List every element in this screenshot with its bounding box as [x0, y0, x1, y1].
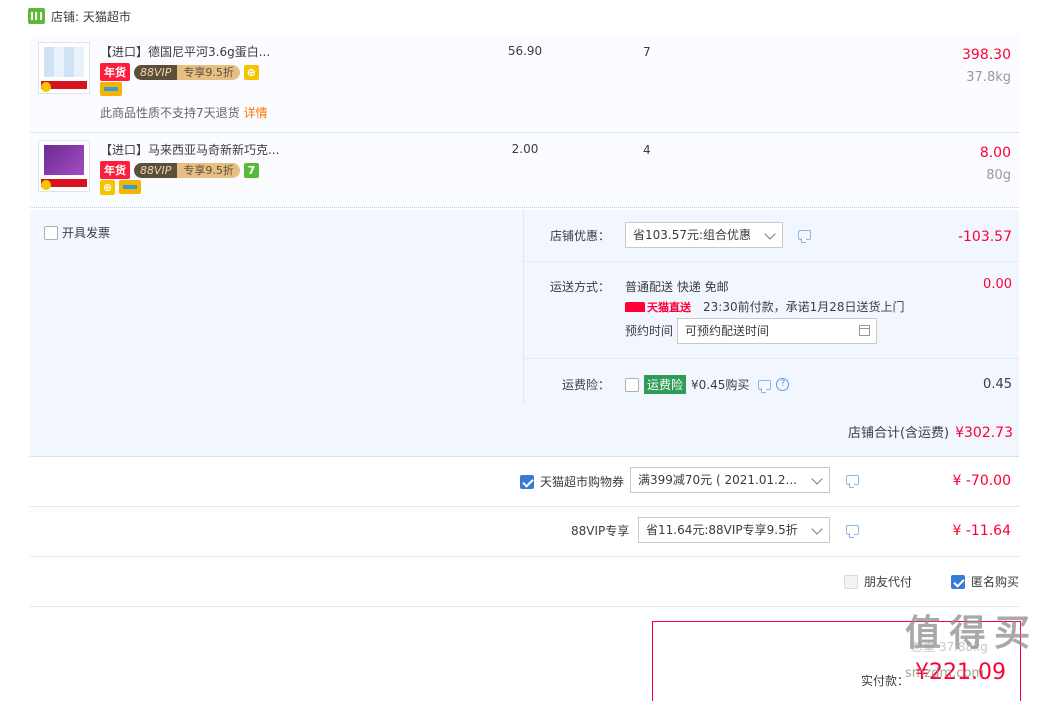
help-icon[interactable]: ? [776, 378, 790, 391]
calendar-icon [859, 325, 870, 336]
insurance-option[interactable]: 运费险 ¥0.45购买 ? [625, 375, 790, 394]
coupon-amount: ¥ -70.00 [952, 473, 1012, 489]
payment-options-row: 朋友代付 匿名购买 [30, 557, 1019, 607]
cart-item-row: 【进口】马来西亚马奇新新巧克... 年货 88VIP 专享9.5折 7 ⊕ 2.0… [30, 133, 1019, 208]
order-options-panel: 店铺优惠： 省103.57元:组合优惠 -103.57 运送方式： 普通配送 快… [523, 210, 1020, 405]
item-weight: 37.8kg [966, 70, 1011, 85]
seven-day-badge: 7 [243, 162, 259, 178]
insurance-price: ¥0.45购买 [691, 378, 750, 392]
shop-discount-amount: -103.57 [957, 229, 1012, 245]
unit-price: 56.90 [507, 44, 543, 58]
insurance-label: 运费险： [561, 378, 610, 392]
return-policy-note: 此商品性质不支持7天退货 详情 [100, 106, 268, 120]
chat-icon[interactable] [846, 525, 859, 538]
invoice-option[interactable]: 开具发票 [44, 224, 110, 241]
shop-total: 店铺合计(含运费) ¥302.73 [847, 425, 1013, 441]
appointment-time-input[interactable]: 可预约配送时间 [677, 318, 877, 344]
nianhuo-badge: 年货 [100, 161, 130, 179]
insurance-amount: 0.45 [983, 377, 1012, 392]
quantity: 7 [643, 45, 651, 59]
chat-icon[interactable] [758, 379, 772, 393]
tmall-direct-logo: 天猫直送 [625, 299, 691, 315]
product-title[interactable]: 【进口】马来西亚马奇新新巧克... [100, 141, 279, 158]
product-tags: 年货 88VIP 专享9.5折 7 [100, 161, 259, 179]
shop-header: 店铺: 天猫超市 [28, 6, 131, 26]
friend-pay-label: 朋友代付 [864, 575, 913, 589]
chevron-down-icon [764, 228, 776, 240]
item-weight: 80g [986, 168, 1011, 183]
coupon-row: 天猫超市购物券 满399减70元 ( 2021.01.2... ¥ -70.00 [30, 457, 1019, 507]
unit-price: 2.00 [511, 142, 539, 156]
vip-discount-row: 88VIP专享 省11.64元:88VIP专享9.5折 ¥ -11.64 [30, 507, 1019, 557]
item-subtotal: 398.30 [962, 47, 1011, 63]
item-subtotal: 8.00 [979, 145, 1011, 161]
tmall-shop-icon [28, 8, 45, 24]
chevron-down-icon [811, 523, 823, 535]
friend-pay-checkbox[interactable] [844, 574, 858, 589]
friend-pay-option[interactable]: 朋友代付 [844, 573, 912, 590]
watermark-url: smzdm.com [905, 666, 985, 681]
service-icon: ⊕ [100, 180, 115, 195]
invoice-checkbox[interactable] [44, 225, 58, 240]
shop-name[interactable]: 店铺: 天猫超市 [51, 8, 131, 25]
chat-icon[interactable] [846, 475, 859, 488]
policy-detail-link[interactable]: 详情 [244, 106, 268, 120]
chevron-down-icon [811, 473, 823, 485]
invoice-label: 开具发票 [62, 226, 111, 240]
coupon-select[interactable]: 满399减70元 ( 2021.01.2... [630, 467, 830, 493]
insurance-checkbox[interactable] [625, 377, 639, 392]
product-thumbnail[interactable] [38, 42, 90, 94]
coupon-checkbox[interactable] [520, 474, 534, 489]
delivery-row: 运送方式： 普通配送 快递 免邮 天猫直送 23:30前付款，承诺1月28日送货… [524, 262, 1020, 359]
nianhuo-badge: 年货 [100, 63, 130, 81]
chat-icon[interactable] [798, 230, 811, 243]
shop-discount-select[interactable]: 省103.57元:组合优惠 [625, 222, 783, 248]
delivery-amount: 0.00 [983, 277, 1012, 292]
delivery-label: 运送方式： [549, 280, 610, 294]
quantity: 4 [643, 143, 651, 157]
vip-label: 88VIP专享 [571, 524, 630, 538]
vip-discount-select[interactable]: 省11.64元:88VIP专享9.5折 [638, 517, 830, 543]
shop-total-value: ¥302.73 [955, 425, 1013, 441]
coupon-label: 天猫超市购物券 [540, 475, 625, 489]
88vip-badge: 88VIP 专享9.5折 [134, 64, 240, 80]
total-label: 实付款： [861, 674, 910, 688]
vip-amount: ¥ -11.64 [952, 523, 1012, 539]
product-title[interactable]: 【进口】德国尼平河3.6g蛋白... [100, 43, 270, 60]
shop-discount-label: 店铺优惠： [549, 229, 610, 243]
anonymous-option[interactable]: 匿名购买 [951, 573, 1019, 590]
shop-discount-row: 店铺优惠： 省103.57元:组合优惠 -103.57 [524, 210, 1020, 262]
card-payment-icon [119, 180, 141, 194]
appointment-label: 预约时间 [625, 324, 674, 338]
insurance-row: 运费险： 运费险 ¥0.45购买 ? 0.45 [524, 359, 1020, 405]
card-payment-icon [100, 82, 122, 96]
service-icon: ⊕ [243, 64, 259, 80]
delivery-method: 普通配送 快递 免邮 [625, 280, 729, 294]
insurance-tag: 运费险 [644, 375, 687, 394]
product-thumbnail[interactable] [38, 140, 90, 192]
anonymous-checkbox[interactable] [951, 574, 965, 589]
product-tags: 年货 88VIP 专享9.5折 ⊕ [100, 63, 259, 81]
anonymous-label: 匿名购买 [971, 575, 1020, 589]
88vip-badge: 88VIP 专享9.5折 [134, 162, 240, 178]
delivery-promise: 天猫直送 23:30前付款，承诺1月28日送货上门 [625, 298, 905, 315]
shop-summary: 开具发票 店铺优惠： 省103.57元:组合优惠 -103.57 运送方式： 普… [30, 210, 1020, 457]
watermark-logo: 值 得 买 [905, 613, 1030, 654]
cart-item-row: 【进口】德国尼平河3.6g蛋白... 年货 88VIP 专享9.5折 ⊕ 此商品性… [30, 35, 1019, 133]
